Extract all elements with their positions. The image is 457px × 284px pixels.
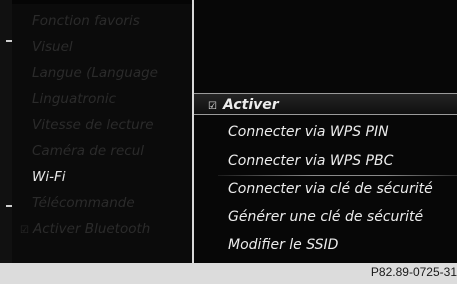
menu-item-favorites[interactable]: Fonction favoris — [32, 10, 140, 32]
menu-item-label: Fonction favoris — [32, 13, 140, 29]
menu-item-label: Télécommande — [32, 195, 135, 211]
menu-item-remote-control[interactable]: Télécommande — [32, 192, 135, 214]
submenu-item-wps-pin[interactable]: Connecter via WPS PIN — [228, 121, 389, 143]
menu-item-label: Linguatronic — [32, 91, 117, 107]
infotainment-screen: Fonction favoris Visuel Langue (Language… — [0, 0, 457, 263]
submenu-item-security-key[interactable]: Connecter via clé de sécurité — [228, 178, 433, 200]
menu-item-visual[interactable]: Visuel — [32, 36, 73, 58]
menu-item-linguatronic[interactable]: Linguatronic — [32, 88, 116, 110]
submenu-item-generate-key[interactable]: Générer une clé de sécurité — [228, 206, 423, 228]
wifi-submenu: ☑ Activer Connecter via WPS PIN Connecter… — [194, 0, 457, 263]
submenu-item-label: Connecter via WPS PBC — [228, 153, 394, 169]
submenu-item-wps-pbc[interactable]: Connecter via WPS PBC — [228, 150, 393, 172]
menu-item-wifi[interactable]: Wi-Fi — [32, 166, 66, 188]
figure-reference: P82.89-0725-31 — [370, 265, 457, 279]
submenu-item-label: Activer — [222, 97, 279, 113]
menu-item-label: Langue (Language — [32, 65, 158, 81]
submenu-item-label: Modifier le SSID — [228, 237, 339, 253]
submenu-item-label: Générer une clé de sécurité — [228, 209, 424, 225]
menu-item-rear-camera[interactable]: Caméra de recul — [32, 140, 144, 162]
checkbox-icon: ☑ — [208, 101, 217, 112]
menu-item-label: Vitesse de lecture — [32, 117, 154, 133]
menu-item-label: Caméra de recul — [32, 143, 145, 159]
scroll-strip — [0, 0, 12, 263]
submenu-item-ssid[interactable]: Modifier le SSID — [228, 234, 338, 256]
menu-item-language[interactable]: Langue (Language — [32, 62, 158, 84]
menu-item-label: Visuel — [32, 39, 73, 55]
settings-menu: Fonction favoris Visuel Langue (Language… — [12, 4, 192, 263]
submenu-item-activate[interactable]: ☑ Activer — [194, 93, 457, 115]
submenu-item-label: Connecter via clé de sécurité — [228, 181, 433, 197]
menu-item-bluetooth[interactable]: ☑ Activer Bluetooth — [20, 218, 150, 240]
submenu-item-label: Connecter via WPS PIN — [228, 124, 389, 140]
figure-caption-bar: P82.89-0725-31 — [0, 263, 457, 284]
menu-item-reading-speed[interactable]: Vitesse de lecture — [32, 114, 154, 136]
checkbox-icon: ☑ — [20, 225, 29, 236]
submenu-separator — [218, 175, 457, 176]
menu-item-label: Wi-Fi — [32, 169, 66, 185]
menu-item-label: Activer Bluetooth — [32, 221, 151, 237]
